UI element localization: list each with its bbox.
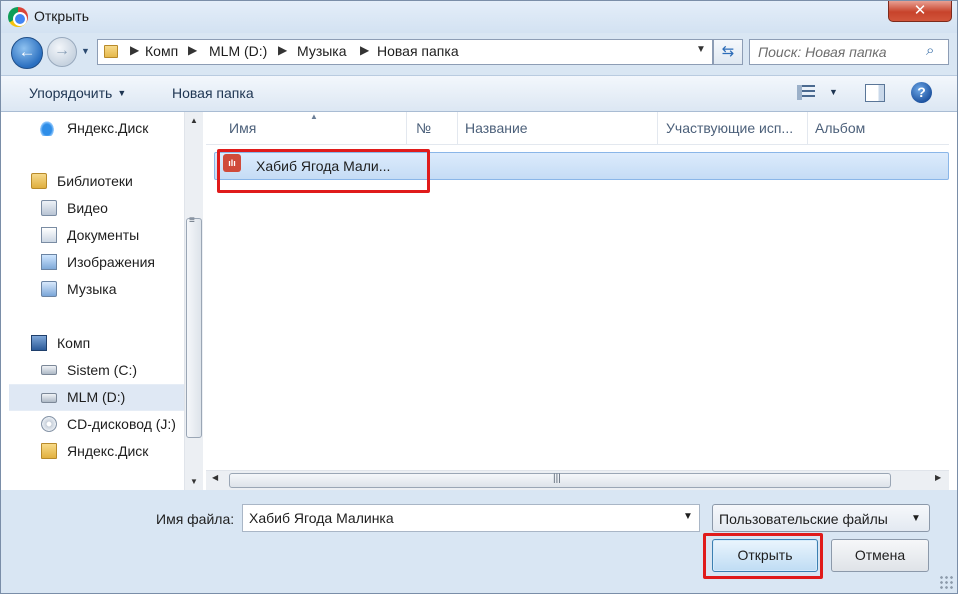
sidebar-item-label: Библиотеки — [57, 173, 133, 189]
scroll-up-icon[interactable]: ▲ — [185, 112, 203, 129]
column-divider[interactable] — [406, 112, 407, 145]
file-highlight-box — [217, 149, 430, 193]
close-button[interactable]: ✕ — [888, 1, 952, 22]
breadcrumb-music[interactable]: Музыка — [297, 43, 347, 59]
sidebar-item-label: CD-дисковод (J:) — [67, 416, 176, 432]
open-button-highlight-box — [703, 533, 823, 579]
drive-icon — [41, 393, 57, 403]
yandex-disk-icon — [39, 120, 55, 136]
recent-locations-dropdown-icon[interactable]: ▼ — [81, 46, 90, 56]
breadcrumb-new-folder[interactable]: Новая папка — [377, 43, 459, 59]
music-library-icon — [41, 281, 57, 297]
cd-drive-icon — [41, 416, 57, 432]
search-icon[interactable]: ⌕ — [926, 42, 934, 59]
search-box[interactable]: ⌕ — [749, 39, 949, 65]
filename-input[interactable] — [247, 508, 671, 528]
filename-combobox[interactable]: ▼ — [242, 504, 700, 532]
refresh-button[interactable]: ⇆ — [713, 39, 743, 65]
yandex-folder-icon — [41, 443, 57, 459]
sidebar-item-pictures[interactable]: Изображения — [41, 253, 184, 275]
video-library-icon — [41, 200, 57, 216]
documents-library-icon — [41, 227, 57, 243]
column-header-artists[interactable]: Участвующие исп... — [666, 120, 806, 136]
sidebar-item-label: Sistem (C:) — [67, 362, 137, 378]
cancel-button[interactable]: Отмена — [831, 539, 929, 572]
view-options-dropdown-icon[interactable]: ▼ — [829, 87, 838, 97]
grip-icon: ≡ — [189, 215, 195, 226]
sidebar-item-label: Комп — [57, 335, 91, 351]
pictures-library-icon — [41, 254, 57, 270]
address-dropdown-icon[interactable]: ▼ — [696, 44, 706, 55]
scroll-right-icon[interactable]: ▶ — [935, 473, 941, 482]
scroll-left-icon[interactable]: ◀ — [212, 473, 218, 482]
address-bar[interactable]: ▶ Комп ▶ MLM (D:) ▶ Музыка ▶ Новая папка… — [97, 39, 713, 65]
breadcrumb-comp[interactable]: Комп — [145, 43, 178, 59]
file-list-horizontal-scrollbar[interactable]: ◀ ||| ▶ — [206, 470, 949, 490]
open-file-dialog: Открыть ✕ ← → ▼ ▶ Комп ▶ MLM (D:) ▶ Музы… — [0, 0, 958, 594]
column-header-number[interactable]: № — [416, 120, 451, 136]
sidebar-item-computer[interactable]: Комп — [31, 334, 184, 356]
sidebar-item-yandex-folder[interactable]: Яндекс.Диск — [41, 442, 184, 464]
sidebar-item-drive-c[interactable]: Sistem (C:) — [41, 361, 184, 383]
computer-icon — [31, 335, 47, 351]
file-list: ▲ Имя № Название Участвующие исп... Альб… — [206, 112, 949, 472]
sidebar-item-label: Изображения — [67, 254, 155, 270]
navigation-pane: Яндекс.Диск Библиотеки Видео Документы И… — [1, 112, 184, 490]
drive-icon — [41, 365, 57, 375]
sidebar-item-drive-d[interactable]: MLM (D:) — [9, 384, 184, 411]
libraries-icon — [31, 173, 47, 189]
sidebar-item-label: Яндекс.Диск — [67, 443, 149, 459]
breadcrumb-separator-icon[interactable]: ▶ — [360, 43, 369, 57]
sidebar-item-yandex-disk[interactable]: Яндекс.Диск — [39, 119, 184, 141]
chevron-down-icon: ▼ — [911, 513, 921, 524]
breadcrumb-separator-icon[interactable]: ▶ — [278, 43, 287, 57]
sidebar-item-documents[interactable]: Документы — [41, 226, 184, 248]
chrome-app-icon — [8, 7, 28, 27]
column-divider[interactable] — [457, 112, 458, 145]
file-type-filter-value: Пользовательские файлы — [719, 511, 888, 527]
toolbar: Упорядочить ▼ Новая папка ▼ ? — [1, 75, 957, 112]
title-bar: Открыть ✕ — [1, 1, 957, 33]
sidebar-item-video[interactable]: Видео — [41, 199, 184, 221]
organize-label: Упорядочить — [29, 85, 113, 101]
sidebar-item-cd-drive[interactable]: CD-дисковод (J:) — [41, 415, 184, 437]
sidebar-item-label: Видео — [67, 200, 108, 216]
window-title: Открыть — [34, 8, 89, 24]
column-header-name[interactable]: Имя — [229, 120, 399, 136]
forward-arrow-icon[interactable]: → — [47, 37, 77, 67]
sidebar-item-libraries[interactable]: Библиотеки — [31, 172, 184, 194]
breadcrumb-drive-d[interactable]: MLM (D:) — [209, 43, 267, 59]
organize-menu[interactable]: Упорядочить ▼ — [29, 85, 126, 101]
new-folder-button[interactable]: Новая папка — [172, 85, 254, 101]
scrollbar-thumb[interactable] — [186, 218, 202, 438]
help-icon[interactable]: ? — [911, 82, 932, 103]
search-input[interactable] — [756, 42, 920, 62]
breadcrumb-separator-icon[interactable]: ▶ — [130, 43, 139, 57]
sidebar-item-music[interactable]: Музыка — [41, 280, 184, 302]
folder-icon — [104, 45, 118, 58]
resize-grip-icon[interactable] — [939, 575, 955, 591]
file-type-filter-select[interactable]: Пользовательские файлы ▼ — [712, 504, 930, 532]
sidebar-item-label: Документы — [67, 227, 140, 243]
chevron-down-icon[interactable]: ▼ — [683, 511, 693, 522]
preview-pane-icon[interactable] — [865, 84, 885, 102]
back-arrow-icon[interactable]: ← — [11, 37, 43, 69]
refresh-icon: ⇆ — [721, 43, 735, 60]
scroll-down-icon[interactable]: ▼ — [185, 473, 203, 490]
column-divider[interactable] — [657, 112, 658, 145]
column-header-row: ▲ Имя № Название Участвующие исп... Альб… — [206, 112, 949, 145]
view-details-icon[interactable] — [797, 85, 815, 100]
sidebar-item-label: Музыка — [67, 281, 117, 297]
navigation-scrollbar[interactable]: ▲ ≡ ▼ — [184, 112, 203, 490]
breadcrumb-separator-icon[interactable]: ▶ — [188, 43, 197, 57]
sidebar-item-label: MLM (D:) — [67, 389, 126, 405]
filename-label: Имя файла: — [156, 511, 235, 527]
column-header-album[interactable]: Альбом — [815, 120, 945, 136]
main-area: Яндекс.Диск Библиотеки Видео Документы И… — [1, 112, 957, 490]
column-header-title[interactable]: Название — [465, 120, 655, 136]
chevron-down-icon: ▼ — [117, 88, 127, 98]
sidebar-item-label: Яндекс.Диск — [67, 120, 149, 136]
grip-icon: ||| — [553, 473, 561, 484]
column-divider[interactable] — [807, 112, 808, 145]
